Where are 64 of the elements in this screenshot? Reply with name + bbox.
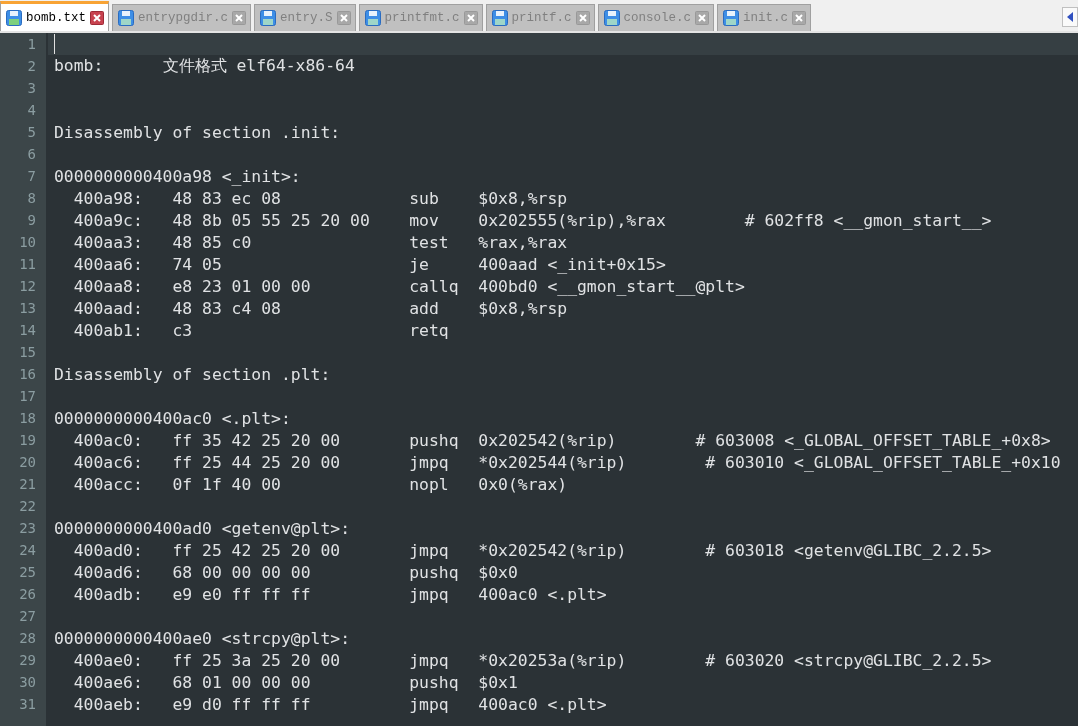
code-line: 400aa3: 48 85 c0 test %rax,%rax xyxy=(72,232,568,252)
line-number: 29 xyxy=(19,652,36,668)
line-number: 15 xyxy=(19,344,36,360)
line-number: 26 xyxy=(19,586,36,602)
code-line: Disassembly of section .plt: xyxy=(54,364,331,384)
line-number: 20 xyxy=(19,454,36,470)
line-number: 3 xyxy=(27,80,36,96)
code-line: 400ac6: ff 25 44 25 20 00 jmpq *0x202544(%rip) # 603010 <_GLOBAL_OFFSET_TABLE_+0x10 xyxy=(72,452,1061,472)
file-tab[interactable]: entrypgdir.c xyxy=(112,4,252,31)
left-arrow-icon xyxy=(1067,12,1073,22)
line-number: 2 xyxy=(27,58,36,74)
line-number: 31 xyxy=(19,696,36,712)
line-number: 23 xyxy=(19,520,36,536)
line-number: 27 xyxy=(19,608,36,624)
line-number: 11 xyxy=(19,256,36,272)
code-line: 400ae0: ff 25 3a 25 20 00 jmpq *0x20253a(%rip) # 603020 <strcpy@GLIBC_2.2.5> xyxy=(72,650,992,670)
line-number: 12 xyxy=(19,278,36,294)
code-line: 400ae6: 68 01 00 00 00 pushq $0x1 xyxy=(72,672,518,692)
line-number: 19 xyxy=(19,432,36,448)
file-tab[interactable]: init.c xyxy=(717,4,812,31)
code-line: 400adb: e9 e0 ff ff ff jmpq 400ac0 <.plt> xyxy=(72,584,607,604)
line-number: 24 xyxy=(19,542,36,558)
close-icon[interactable] xyxy=(90,10,104,25)
line-number: 17 xyxy=(19,388,36,404)
file-tab[interactable]: printf.c xyxy=(485,4,595,31)
code-line: 400aa6: 74 05 je 400aad <_init+0x15> xyxy=(72,254,666,274)
code-line: 400ad0: ff 25 42 25 20 00 jmpq *0x202542(%rip) # 603018 <getenv@GLIBC_2.2.5> xyxy=(72,540,992,560)
line-number: 18 xyxy=(19,410,36,426)
line-number: 7 xyxy=(27,168,36,184)
code-line: 400aad: 48 83 c4 08 add $0x8,%rsp xyxy=(72,298,568,318)
code-line: 400ab1: c3 retq xyxy=(72,320,449,340)
code-line: 400a9c: 48 8b 05 55 25 20 00 mov 0x202555(%rip),%rax # 602ff8 <__gmon_start__> xyxy=(72,210,992,230)
line-number: 13 xyxy=(19,300,36,316)
line-number: 6 xyxy=(27,146,36,162)
line-number: 8 xyxy=(27,190,36,206)
file-tab[interactable]: bomb.txt xyxy=(0,1,109,31)
code-line: 400aeb: e9 d0 ff ff ff jmpq 400ac0 <.plt> xyxy=(72,694,607,714)
file-tab[interactable]: printfmt.c xyxy=(358,4,483,31)
code-line: 400aa8: e8 23 01 00 00 callq 400bd0 <__gmon_start__@plt> xyxy=(72,276,745,296)
code-line: 0000000000400ac0 <.plt>: xyxy=(54,408,291,428)
code-line: 400ac0: ff 35 42 25 20 00 pushq 0x202542(%rip) # 603008 <_GLOBAL_OFFSET_TABLE_+0x8> xyxy=(72,430,1051,450)
line-number: 4 xyxy=(27,102,36,118)
code-line: bomb: 文件格式 elf64-x86-64 xyxy=(54,55,355,77)
code-line: 0000000000400ad0 <getenv@plt>: xyxy=(54,518,351,538)
code-line: Disassembly of section .init: xyxy=(54,122,341,142)
line-number: 28 xyxy=(19,630,36,646)
scroll-left-button[interactable] xyxy=(1062,7,1078,27)
code-line: 400a98: 48 83 ec 08 sub $0x8,%rsp xyxy=(72,188,568,208)
line-number: 21 xyxy=(19,476,36,492)
line-number: 10 xyxy=(19,234,36,250)
code-line: 400acc: 0f 1f 40 00 nopl 0x0(%rax) xyxy=(72,474,568,494)
code-line: 400ad6: 68 00 00 00 00 pushq $0x0 xyxy=(72,562,518,582)
file-tab[interactable]: console.c xyxy=(597,4,715,31)
line-number: 1 xyxy=(27,36,36,52)
line-number: 14 xyxy=(19,322,36,338)
line-number: 5 xyxy=(27,124,36,140)
file-tab[interactable]: entry.S xyxy=(254,4,356,31)
code-line: 0000000000400a98 <_init>: xyxy=(54,166,301,186)
line-number: 22 xyxy=(19,498,36,514)
line-number: 30 xyxy=(19,674,36,690)
line-number: 9 xyxy=(27,212,36,228)
code-line: 0000000000400ae0 <strcpy@plt>: xyxy=(54,628,351,648)
line-number: 25 xyxy=(19,564,36,580)
line-number: 16 xyxy=(19,366,36,382)
